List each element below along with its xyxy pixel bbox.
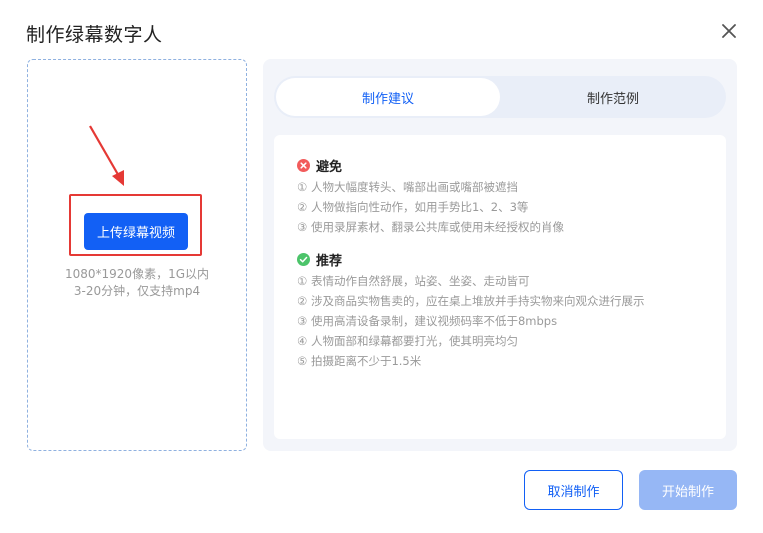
avoid-title: 避免	[316, 160, 343, 175]
close-icon	[722, 24, 736, 38]
start-button[interactable]: 开始制作	[639, 470, 737, 510]
avoid-section-heading: 避免	[297, 156, 342, 175]
recommend-item: ① 表情动作自然舒展，站姿、坐姿、走动皆可	[297, 274, 530, 288]
recommend-title: 推荐	[316, 254, 343, 269]
cancel-button[interactable]: 取消制作	[524, 470, 623, 510]
upload-video-button[interactable]: 上传绿幕视频	[84, 213, 188, 250]
tab-examples[interactable]: 制作范例	[500, 76, 726, 118]
recommend-item: ③ 使用高清设备录制，建议视频码率不低于8mbps	[297, 314, 558, 328]
guide-tabs: 制作建议 制作范例	[274, 76, 726, 118]
avoid-item: ③ 使用录屏素材、翻录公共库或使用未经授权的肖像	[297, 220, 564, 234]
avoid-item: ① 人物大幅度转头、嘴部出画或嘴部被遮挡	[297, 180, 518, 194]
close-button[interactable]	[718, 20, 740, 42]
dialog-title: 制作绿幕数字人	[26, 24, 163, 46]
recommend-item: ② 涉及商品实物售卖的，应在桌上堆放并手持实物来向观众进行展示	[297, 294, 645, 308]
recommend-item: ⑤ 拍摄距离不少于1.5米	[297, 354, 422, 368]
annotation-arrow-icon	[89, 125, 124, 186]
upload-hint-line2: 3-20分钟，仅支持mp4	[73, 284, 201, 298]
create-greenscreen-avatar-dialog: 制作绿幕数字人 上传绿幕视频 1080*1920像素，1G以内 3-20分钟，仅…	[0, 0, 763, 533]
avoid-item: ② 人物做指向性动作，如用手势比1、2、3等	[297, 200, 529, 214]
tab-suggestions[interactable]: 制作建议	[276, 78, 500, 116]
recommend-section-heading: 推荐	[297, 250, 342, 269]
check-circle-icon	[297, 253, 310, 266]
recommend-item: ④ 人物面部和绿幕都要打光，使其明亮均匀	[297, 334, 518, 348]
upload-hint-line1: 1080*1920像素，1G以内	[64, 267, 209, 281]
error-circle-icon	[297, 159, 310, 172]
